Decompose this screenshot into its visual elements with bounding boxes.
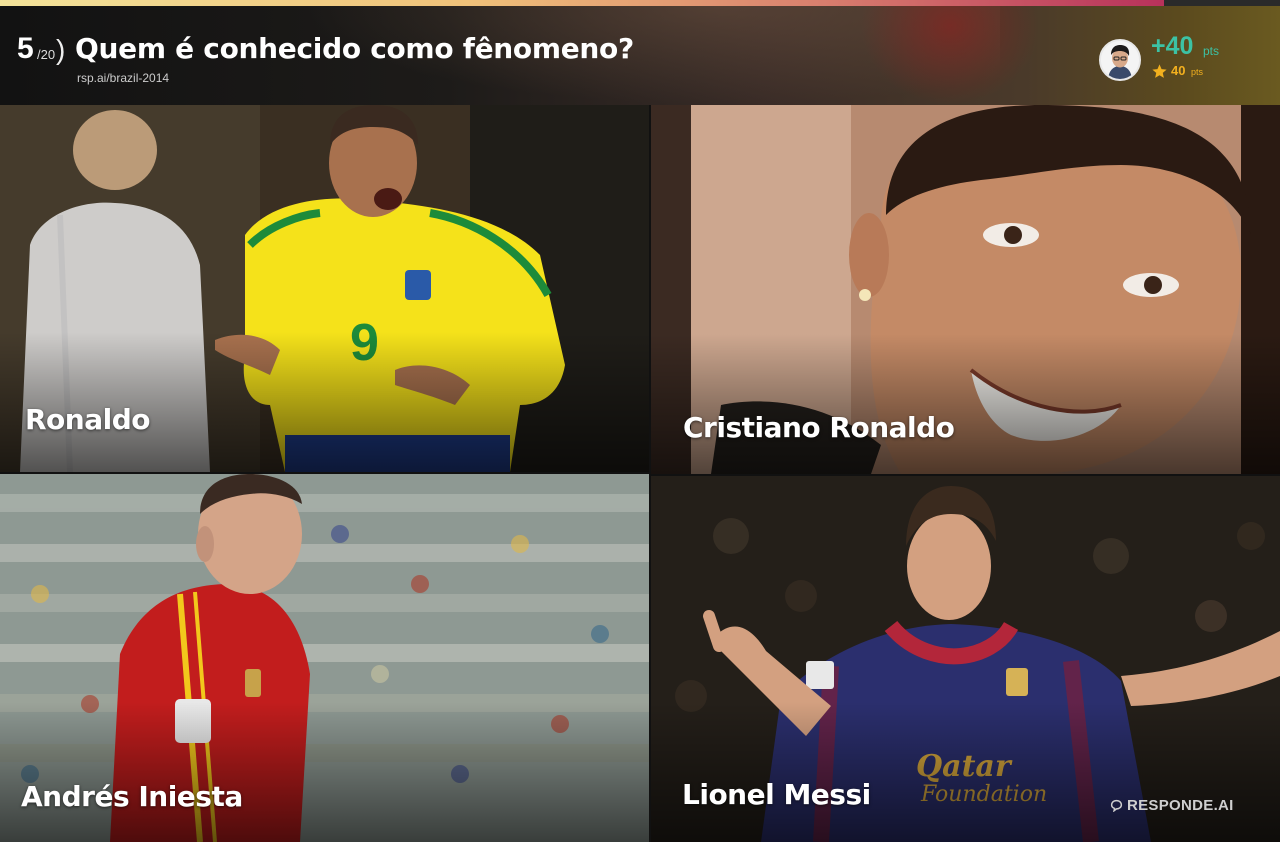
answer-option-1[interactable]: 9 Ronaldo — [0, 105, 649, 472]
question-number-paren: ) — [56, 34, 66, 65]
answer-label-4: Lionel Messi — [682, 778, 871, 811]
question-text: Quem é conhecido como fênomeno? — [75, 32, 634, 65]
answer-shade-3 — [0, 702, 649, 842]
brand-logo[interactable]: RESPONDE.AI — [1110, 797, 1234, 814]
question-total: /20 — [37, 47, 56, 62]
answer-shade-4 — [651, 702, 1280, 842]
answer-option-2[interactable]: Cristiano Ronaldo — [651, 105, 1280, 474]
answer-shade-1 — [0, 332, 649, 472]
avatar-image — [1101, 41, 1139, 79]
speech-bubble-icon — [1110, 799, 1123, 812]
total-points: 40 — [1171, 63, 1186, 78]
question-number: 5 — [17, 32, 34, 65]
answer-option-4[interactable]: Qatar Foundation Lionel Messi — [651, 476, 1280, 842]
answer-option-3[interactable]: Andrés Iniesta — [0, 474, 649, 842]
answer-label-2: Cristiano Ronaldo — [683, 411, 955, 444]
answer-label-3: Andrés Iniesta — [21, 780, 243, 813]
answer-shade-2 — [651, 334, 1280, 474]
brand-text: RESPONDE.AI — [1127, 797, 1234, 814]
answer-label-1: Ronaldo — [25, 403, 151, 436]
user-avatar[interactable] — [1099, 39, 1141, 81]
quiz-progress-bar — [0, 0, 1280, 6]
question-header: 5 /20 ) Quem é conhecido como fênomeno? … — [0, 6, 1280, 105]
score-gain: +40 — [1151, 32, 1194, 60]
star-icon — [1152, 64, 1167, 78]
quiz-link[interactable]: rsp.ai/brazil-2014 — [77, 71, 169, 85]
quiz-progress-fill — [0, 0, 1164, 6]
score-gain-unit: pts — [1203, 44, 1220, 58]
total-points-unit: pts — [1191, 67, 1204, 77]
